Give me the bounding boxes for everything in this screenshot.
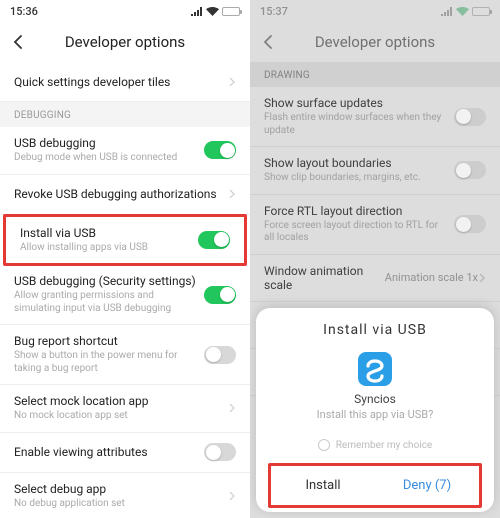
row-mock-location[interactable]: Select mock location app No mock locatio… bbox=[0, 385, 250, 433]
page-title: Developer options bbox=[10, 33, 240, 51]
dialog-app-name: Syncios bbox=[270, 392, 480, 406]
row-install-usb[interactable]: Install via USB Allow installing apps vi… bbox=[6, 217, 244, 264]
dialog-question: Install this app via USB? bbox=[270, 408, 480, 421]
toggle-bug-report[interactable] bbox=[204, 346, 236, 364]
row-usb-debugging[interactable]: USB debugging Debug mode when USB is con… bbox=[0, 127, 250, 175]
toggle-install-usb[interactable] bbox=[198, 231, 230, 249]
chevron-right-icon bbox=[228, 190, 236, 198]
app-icon bbox=[356, 350, 394, 388]
install-usb-dialog: Install via USB Syncios Install this app… bbox=[256, 308, 494, 512]
battery-icon bbox=[222, 7, 240, 16]
dialog-title: Install via USB bbox=[270, 322, 480, 338]
toggle-usb-security[interactable] bbox=[204, 286, 236, 304]
chevron-right-icon bbox=[228, 78, 236, 86]
settings-list: Quick settings developer tiles DEBUGGING… bbox=[0, 62, 250, 518]
section-debugging: DEBUGGING bbox=[0, 102, 250, 127]
status-bar: 15:36 bbox=[0, 0, 250, 22]
chevron-right-icon bbox=[228, 404, 236, 412]
deny-button[interactable]: Deny (7) bbox=[375, 466, 479, 505]
highlight-install-usb: Install via USB Allow installing apps vi… bbox=[3, 214, 247, 267]
row-revoke-auth[interactable]: Revoke USB debugging authorizations bbox=[0, 175, 250, 215]
checkbox-icon[interactable] bbox=[318, 439, 330, 451]
install-button[interactable]: Install bbox=[271, 466, 375, 505]
wifi-icon bbox=[206, 7, 219, 16]
row-debug-app[interactable]: Select debug app No debug application se… bbox=[0, 473, 250, 518]
row-view-attributes[interactable]: Enable viewing attributes bbox=[0, 433, 250, 473]
header: Developer options bbox=[0, 22, 250, 62]
highlight-install-button: Install Deny (7) bbox=[268, 463, 482, 508]
status-time: 15:36 bbox=[10, 5, 38, 18]
signal-icon bbox=[191, 7, 203, 16]
row-usb-security[interactable]: USB debugging (Security settings) Allow … bbox=[0, 265, 250, 325]
toggle-view-attributes[interactable] bbox=[204, 443, 236, 461]
toggle-usb-debugging[interactable] bbox=[204, 141, 236, 159]
chevron-right-icon bbox=[228, 492, 236, 500]
row-bug-report[interactable]: Bug report shortcut Show a button in the… bbox=[0, 325, 250, 385]
remember-choice[interactable]: Remember my choice bbox=[270, 433, 480, 463]
row-quick-tiles[interactable]: Quick settings developer tiles bbox=[0, 62, 250, 102]
